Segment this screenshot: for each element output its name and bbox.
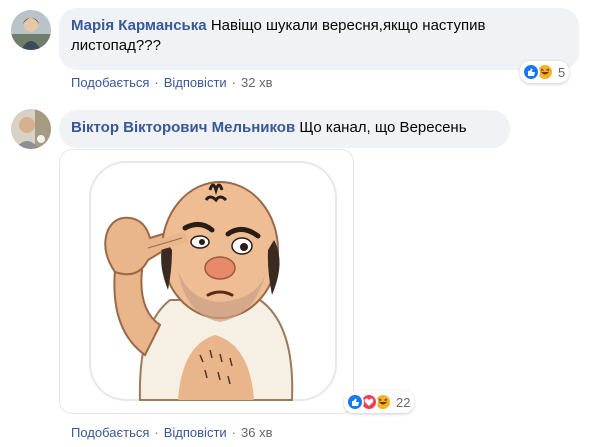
- reply-link[interactable]: Відповісти: [164, 425, 227, 440]
- avatar-photo: [11, 109, 51, 149]
- comment-actions: Подобається · Відповісти · 32 хв: [71, 75, 273, 90]
- avatar[interactable]: [11, 10, 51, 50]
- like-icon: [346, 393, 364, 411]
- timestamp[interactable]: 32 хв: [241, 75, 272, 90]
- like-link[interactable]: Подобається: [71, 75, 149, 90]
- separator: ·: [231, 75, 237, 90]
- avatar[interactable]: [11, 109, 51, 149]
- reaction-summary[interactable]: 5: [520, 61, 570, 83]
- comment-bubble: Марія Карманська Навіщо шукали вересня,я…: [59, 8, 579, 70]
- like-icon: [522, 63, 540, 81]
- sticker-image: [89, 161, 337, 401]
- separator: ·: [231, 425, 237, 440]
- separator: ·: [154, 425, 159, 440]
- comment-author[interactable]: Марія Карманська: [71, 17, 207, 34]
- timestamp[interactable]: 36 хв: [241, 425, 272, 440]
- sticker-attachment[interactable]: [60, 150, 353, 413]
- separator: ·: [154, 75, 159, 90]
- reaction-count: 22: [396, 394, 411, 410]
- like-link[interactable]: Подобається: [71, 425, 149, 440]
- avatar-photo: [11, 10, 51, 50]
- comment-text: Що канал, що Вересень: [299, 119, 467, 136]
- comment-author[interactable]: Віктор Вікторович Мельников: [71, 119, 295, 136]
- comment-actions: Подобається · Відповісти · 36 хв: [71, 425, 273, 440]
- reaction-summary[interactable]: 22: [344, 391, 415, 413]
- comment-bubble: Віктор Вікторович Мельников Що канал, що…: [59, 110, 510, 148]
- reply-link[interactable]: Відповісти: [164, 75, 227, 90]
- reaction-count: 5: [558, 64, 566, 80]
